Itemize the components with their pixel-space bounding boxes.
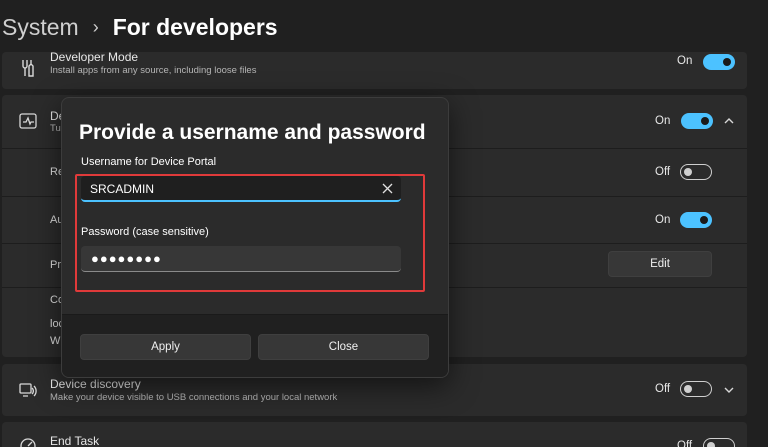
breadcrumb: System › For developers [2,14,278,41]
end-task-title: End Task [50,434,100,447]
device-portal-toggle[interactable] [681,113,713,129]
credentials-dialog: Provide a username and password Username… [61,97,449,378]
end-task-card: End Task Off [2,422,747,447]
dialog-title: Provide a username and password [79,121,426,144]
end-task-state: Off [677,440,693,447]
connection-info-line: W [50,335,61,347]
device-discovery-title: Device discovery [50,377,141,391]
developer-tools-icon [22,60,34,77]
highlight-box [75,174,425,292]
breadcrumb-separator: › [92,17,99,37]
device-discovery-desc: Make your device visible to USB connecti… [50,392,338,403]
developer-mode-desc: Install apps from any source, including … [50,65,257,76]
username-label: Username for Device Portal [81,156,217,168]
dialog-footer: Apply Close [62,314,448,377]
device-discovery-icon [19,383,37,397]
developer-mode-toggle[interactable] [703,54,735,70]
chevron-up-icon[interactable] [722,114,736,128]
auth-row-state: On [655,214,671,226]
auth-row-toggle[interactable] [680,212,712,228]
developer-mode-title: Developer Mode [50,50,139,64]
edit-button[interactable]: Edit [608,251,712,277]
remote-row-toggle[interactable] [680,164,712,180]
device-portal-icon [19,113,37,129]
end-task-toggle[interactable] [703,438,735,447]
device-discovery-state: Off [655,383,671,395]
close-button[interactable]: Close [258,334,429,360]
device-portal-state: On [655,115,671,127]
device-portal-desc: Tu [50,123,61,134]
settings-page: System › For developers Developer Mode I… [0,0,768,447]
remote-row-state: Off [655,166,671,178]
chevron-down-icon[interactable] [722,383,736,397]
developer-mode-state: On [677,55,693,67]
device-discovery-toggle[interactable] [680,381,712,397]
page-title: For developers [112,14,278,40]
developer-mode-card: Developer Mode Install apps from any sou… [2,50,747,89]
port-row-label: Pr [50,259,61,271]
breadcrumb-system-link[interactable]: System [2,14,79,41]
apply-button[interactable]: Apply [80,334,251,360]
end-task-icon [20,438,36,447]
